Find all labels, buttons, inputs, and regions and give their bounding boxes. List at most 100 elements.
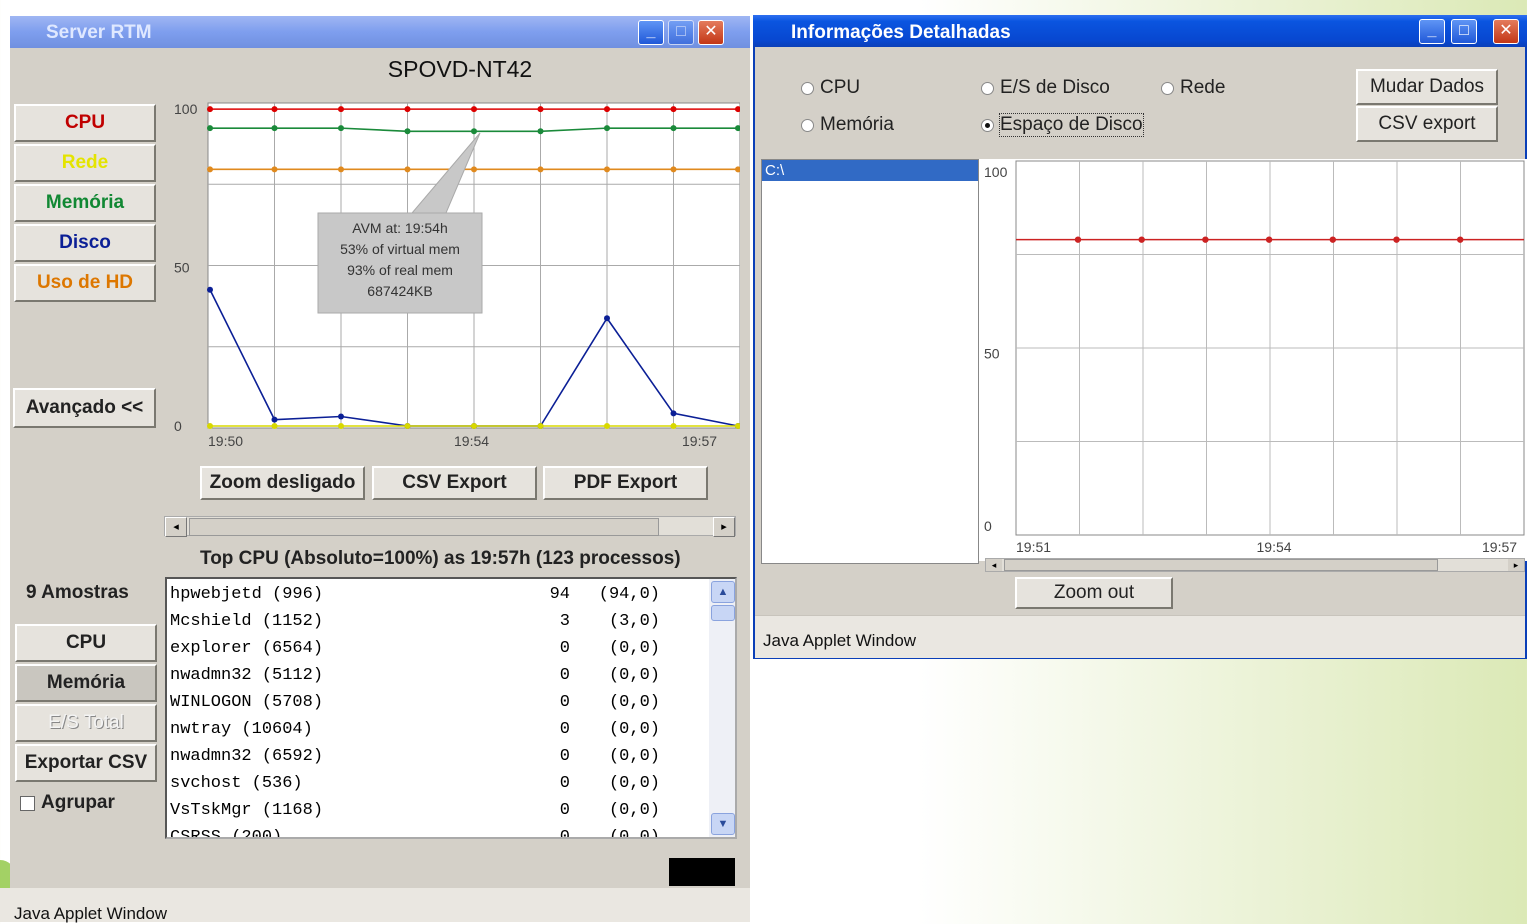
table-row[interactable]: VsTskMgr (1168) 0 (0,0) [170, 801, 710, 825]
table-row[interactable]: CSRSS (200) 0 (0,0) [170, 828, 710, 839]
radio-cpu-dot[interactable] [801, 81, 814, 95]
y-tick-label: 0 [174, 418, 182, 434]
maximize-icon[interactable]: □ [1451, 19, 1477, 44]
process-name: Mcshield (1152) [170, 612, 324, 631]
scroll-thumb-vertical[interactable] [711, 605, 735, 621]
radio-cpu[interactable]: CPU [801, 77, 860, 99]
data-point [537, 423, 544, 429]
data-point [471, 166, 477, 173]
black-indicator [669, 858, 735, 886]
csv-export-detail-button[interactable]: CSV export [1356, 106, 1498, 142]
scroll-right-icon[interactable]: ▸ [713, 517, 735, 537]
data-point [1265, 236, 1273, 243]
data-point [604, 166, 610, 173]
chart-hscrollbar[interactable]: ◂ ▸ [164, 516, 736, 537]
maximize-icon[interactable]: □ [668, 20, 694, 45]
pdf-export-button[interactable]: PDF Export [543, 466, 708, 500]
table-row[interactable]: Mcshield (1152) 3 (3,0) [170, 612, 710, 636]
x-tick-label: 19:54 [454, 433, 489, 449]
table-row[interactable]: nwadmn32 (6592) 0 (0,0) [170, 747, 710, 771]
data-point [670, 166, 677, 173]
process-value: 3 [559, 612, 570, 631]
process-list[interactable]: hpwebjetd (996) 94 (94,0) Mcshield (1152) 3 (… [165, 577, 737, 839]
process-vscrollbar[interactable]: ▲ ▼ [709, 579, 735, 837]
scroll-right-icon[interactable]: ▸ [1508, 559, 1524, 571]
table-row[interactable]: WINLOGON (5708) 0 (0,0) [170, 693, 710, 717]
zoom-off-button[interactable]: Zoom desligado [200, 466, 365, 500]
radio-disk-space-label: Espaço de Disco [999, 113, 1144, 137]
export-csv-button[interactable]: Exportar CSV [15, 744, 157, 782]
metric-button-network[interactable]: Rede [14, 144, 156, 182]
scroll-up-icon[interactable]: ▲ [711, 581, 735, 603]
scroll-down-icon[interactable]: ▼ [711, 813, 735, 835]
radio-disk-io-dot[interactable] [981, 81, 994, 95]
metric-button-disk[interactable]: Disco [14, 224, 156, 262]
radio-disk-space[interactable]: Espaço de Disco [981, 113, 1144, 137]
data-point [271, 423, 278, 429]
table-row[interactable]: explorer (6564) 0 (0,0) [170, 639, 710, 663]
x-tick-label: 19:51 [1016, 539, 1051, 555]
left-status-text: Java Applet Window [14, 904, 168, 923]
data-point [670, 423, 677, 429]
data-point [471, 106, 477, 113]
change-data-button[interactable]: Mudar Dados [1356, 69, 1498, 105]
data-point [207, 166, 213, 173]
metric-button-cpu[interactable]: CPU [14, 104, 156, 142]
scroll-left-icon[interactable]: ◂ [986, 559, 1002, 571]
group-checkbox[interactable] [20, 795, 35, 811]
process-detail: (0,0) [608, 828, 660, 839]
close-icon[interactable]: ✕ [698, 20, 724, 45]
radio-disk-space-dot[interactable] [981, 118, 994, 132]
drive-list[interactable]: C:\ [761, 159, 979, 564]
data-point [1202, 236, 1209, 243]
minimize-icon[interactable]: _ [638, 20, 664, 45]
scroll-left-icon[interactable]: ◂ [165, 517, 187, 537]
sort-io-button[interactable]: E/S Total [15, 704, 157, 742]
process-detail: (0,0) [608, 774, 660, 793]
radio-memory[interactable]: Memória [801, 114, 894, 136]
detail-hscrollbar[interactable]: ◂ ▸ [985, 558, 1525, 572]
process-value: 0 [559, 828, 570, 839]
csv-export-button[interactable]: CSV Export [372, 466, 537, 500]
group-checkbox-row[interactable]: Agrupar [20, 792, 115, 814]
process-value: 0 [559, 747, 570, 766]
data-point [338, 106, 344, 113]
drive-item[interactable]: C:\ [762, 160, 978, 181]
process-name: WINLOGON (5708) [170, 693, 324, 712]
data-point [207, 286, 213, 293]
minimize-icon[interactable]: _ [1419, 19, 1445, 44]
table-row[interactable]: hpwebjetd (996) 94 (94,0) [170, 585, 710, 609]
sort-cpu-button[interactable]: CPU [15, 624, 157, 662]
metric-button-memory[interactable]: Memória [14, 184, 156, 222]
right-window-title: Informações Detalhadas [791, 22, 1011, 43]
data-point [404, 166, 411, 173]
process-value: 0 [559, 774, 570, 793]
data-point [404, 106, 411, 113]
radio-disk-io[interactable]: E/S de Disco [981, 77, 1110, 99]
data-point [338, 423, 344, 429]
right-status-text: Java Applet Window [763, 631, 917, 650]
left-window-titlebar[interactable]: Server RTM _ □ ✕ [10, 16, 750, 48]
tooltip-line: 93% of real mem [347, 262, 453, 278]
tooltip-line: 53% of virtual mem [340, 241, 460, 257]
close-icon[interactable]: ✕ [1493, 19, 1519, 44]
radio-network-dot[interactable] [1161, 81, 1174, 95]
data-point [271, 416, 278, 423]
radio-memory-dot[interactable] [801, 118, 814, 132]
zoom-out-button[interactable]: Zoom out [1015, 577, 1173, 609]
advanced-button[interactable]: Avançado << [13, 388, 156, 428]
data-point [604, 423, 610, 429]
data-point [537, 128, 544, 135]
table-row[interactable]: nwtray (10604) 0 (0,0) [170, 720, 710, 744]
scroll-thumb[interactable] [189, 518, 659, 536]
metric-button-hd-usage[interactable]: Uso de HD [14, 264, 156, 302]
right-window-titlebar[interactable]: Informações Detalhadas _ □ ✕ [753, 15, 1527, 47]
sort-memory-button[interactable]: Memória [15, 664, 157, 702]
scroll-thumb[interactable] [1004, 559, 1438, 571]
process-value: 0 [559, 666, 570, 685]
y-tick-label: 100 [174, 101, 198, 117]
table-row[interactable]: nwadmn32 (5112) 0 (0,0) [170, 666, 710, 690]
table-row[interactable]: svchost (536) 0 (0,0) [170, 774, 710, 798]
data-point [271, 106, 278, 113]
radio-network[interactable]: Rede [1161, 77, 1225, 99]
